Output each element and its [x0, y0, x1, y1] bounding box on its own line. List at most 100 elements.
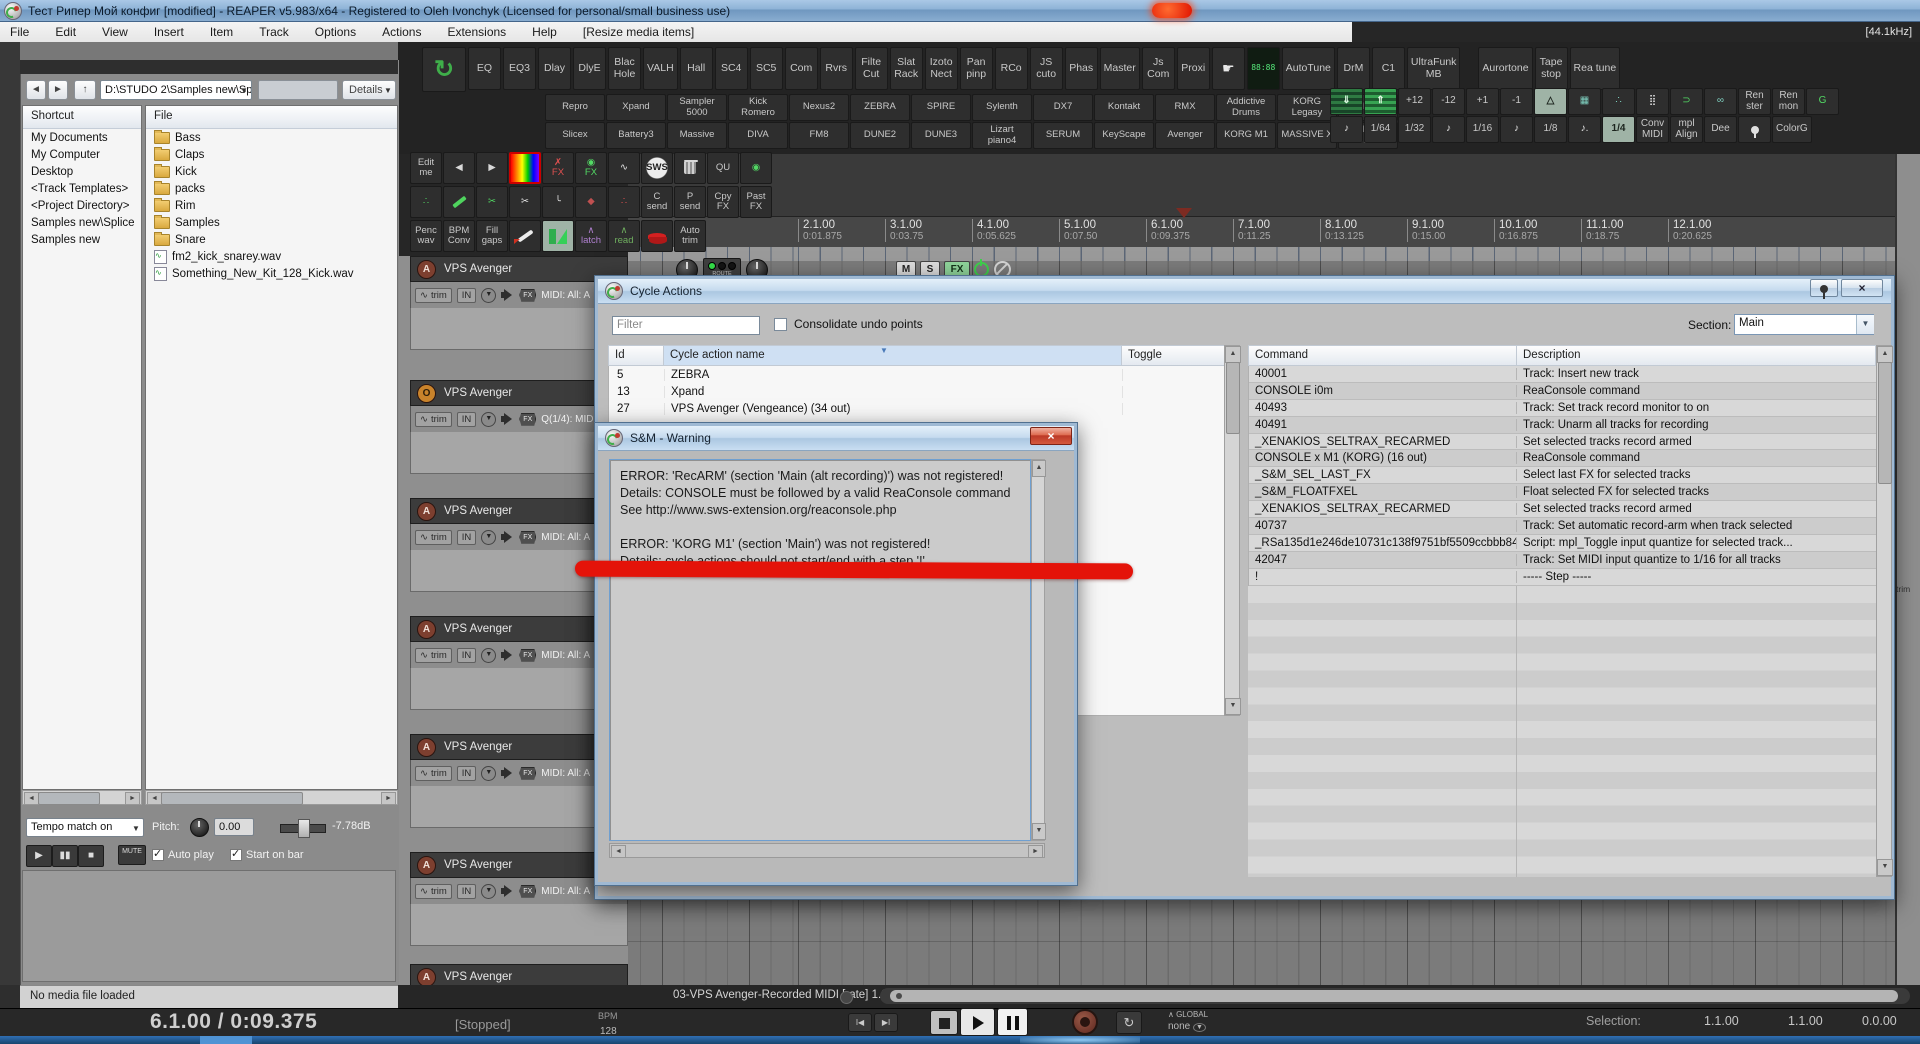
tcp-tool-button[interactable]: ◆ — [575, 186, 607, 218]
col-header-toggle[interactable]: Toggle — [1121, 345, 1240, 366]
nav-back-button[interactable]: ◄ — [26, 80, 46, 100]
menu-item[interactable]: [Resize media items] — [583, 25, 694, 39]
stop-button[interactable] — [930, 1010, 958, 1035]
instrument-button[interactable]: SPIRE — [911, 94, 971, 121]
instrument-button[interactable]: DUNE2 — [850, 122, 910, 149]
tcp-tool-button[interactable]: BPM Conv — [443, 220, 475, 252]
preview-play-button[interactable]: ▶ — [26, 845, 52, 867]
toolbar-button[interactable]: +12 — [1398, 88, 1431, 115]
instrument-button[interactable]: KORG M1 — [1216, 122, 1276, 149]
search-input[interactable] — [258, 80, 338, 100]
track-name[interactable]: VPS Avenger — [444, 263, 512, 275]
tcp-tool-button[interactable]: ◉ — [740, 152, 772, 184]
fx-toolbar-button[interactable]: 88:88 — [1246, 47, 1280, 90]
folder-item[interactable]: packs — [146, 180, 397, 197]
tcp-tool-button[interactable]: ∧ read — [608, 220, 640, 252]
command-row[interactable]: CONSOLE x M1 (KORG) (16 out) ReaConsole c… — [1249, 450, 1876, 468]
instrument-button[interactable]: Massive — [667, 122, 727, 149]
col-header-command[interactable]: Command — [1248, 345, 1517, 366]
details-dropdown-arrow[interactable]: ▼ — [384, 86, 392, 95]
filter-input[interactable]: Filter — [612, 316, 760, 335]
shortcut-item[interactable]: Samples new\Splice — [23, 214, 141, 231]
tcp-tool-button[interactable]: ▶ — [476, 152, 508, 184]
tcp-tool-button[interactable] — [542, 220, 574, 252]
fx-toolbar-button[interactable]: Pan pinp — [959, 47, 993, 90]
warning-close-button[interactable]: × — [1030, 427, 1072, 445]
tcp-tool-button[interactable]: ╰ — [542, 186, 574, 218]
tcp-tool-button[interactable]: Penc wav — [410, 220, 442, 252]
instrument-button[interactable]: DIVA — [728, 122, 788, 149]
toolbar-button[interactable]: 1/4 — [1602, 116, 1635, 143]
dialog-close-button[interactable]: × — [1841, 279, 1883, 297]
command-row[interactable]: _XENAKIOS_SELTRAX_RECARMED Set selected t… — [1249, 501, 1876, 519]
trim-button[interactable]: ∿trim — [415, 883, 452, 899]
shortcut-item[interactable]: Samples new — [23, 231, 141, 248]
input-dropdown-icon[interactable]: ▼ — [481, 411, 497, 427]
instrument-button[interactable]: DUNE3 — [911, 122, 971, 149]
selection-end[interactable]: 1.1.00 — [1788, 1014, 1823, 1028]
fx-toolbar-button[interactable]: EQ3 — [503, 47, 536, 90]
menu-item[interactable]: Help — [532, 25, 557, 39]
section-dropdown[interactable]: Main — [1734, 314, 1874, 335]
folder-item[interactable]: Bass — [146, 129, 397, 146]
fx-toolbar-button[interactable]: Phas — [1064, 47, 1098, 90]
arrange-hscrollbar[interactable] — [880, 988, 1910, 1004]
shortcut-item[interactable]: <Track Templates> — [23, 180, 141, 197]
fx-toolbar-button[interactable]: Js Com — [1141, 47, 1175, 90]
fx-toolbar-button[interactable]: DlyE — [573, 47, 606, 90]
input-button[interactable]: IN — [456, 883, 477, 899]
command-row[interactable]: _RSa135d1e246de10731c138f9751bf5509ccbbb… — [1249, 534, 1876, 552]
col-header-name[interactable]: Cycle action name — [663, 345, 1122, 366]
global-dropdown-icon[interactable]: ▼ — [1193, 1023, 1206, 1032]
file-hscrollbar[interactable]: ◄ ► — [145, 790, 398, 805]
reaper-swirl-icon[interactable]: ↻ — [422, 47, 466, 92]
nav-up-button[interactable]: ↑ — [74, 80, 96, 100]
menu-item[interactable]: View — [102, 25, 128, 39]
tcp-tool-button[interactable]: ◉ FX — [575, 152, 607, 184]
toolbar-button[interactable]: △ — [1534, 88, 1567, 115]
warning-hscrollbar[interactable]: ◄ ► — [609, 843, 1045, 858]
command-row[interactable]: 42047 Track: Set MIDI input quantize to 1… — [1249, 551, 1876, 569]
toolbar-button[interactable]: Conv MIDI — [1636, 116, 1669, 143]
fx-toolbar-button[interactable]: SC5 — [749, 47, 783, 90]
instrument-button[interactable]: Battery3 — [606, 122, 666, 149]
path-dropdown[interactable]: D:\STUDO 2\Samples new\Sp — [100, 80, 252, 100]
toolbar-button[interactable]: 1/64 — [1364, 116, 1397, 143]
tcp-tool-button[interactable]: P send — [674, 186, 706, 218]
shortcut-item[interactable]: <Project Directory> — [23, 197, 141, 214]
cycle-action-row[interactable]: 5 ZEBRA — [609, 366, 1239, 383]
tempo-match-arrow[interactable]: ▼ — [132, 824, 140, 833]
shortcut-item[interactable]: Desktop — [23, 163, 141, 180]
auto-play-checkbox[interactable] — [152, 847, 164, 861]
tcp-tool-button[interactable]: C send — [641, 186, 673, 218]
preview-pause-button[interactable]: ▮▮ — [52, 845, 78, 867]
tcp-tool-button[interactable]: ✂ — [509, 186, 541, 218]
instrument-button[interactable]: SERUM — [1033, 122, 1093, 149]
toolbar-button[interactable]: ▦ — [1568, 88, 1601, 115]
trim-button[interactable]: ∿trim — [415, 529, 452, 545]
input-dropdown-icon[interactable]: ▼ — [481, 765, 497, 781]
go-end-button[interactable]: ▶I — [874, 1013, 898, 1032]
instrument-button[interactable]: RMX — [1155, 94, 1215, 121]
fx-toolbar-button[interactable]: C1 — [1371, 47, 1405, 90]
tcp-tool-button[interactable]: Past FX — [740, 186, 772, 218]
fx-toolbar-button[interactable]: Master — [1099, 47, 1140, 90]
input-button[interactable]: IN — [456, 765, 477, 781]
pitch-value[interactable]: 0.00 — [214, 818, 254, 836]
instrument-button[interactable]: KeyScape — [1094, 122, 1154, 149]
col-header-id[interactable]: Id — [608, 345, 664, 366]
fx-toolbar-button[interactable]: EQ — [468, 47, 501, 90]
global-automation-block[interactable]: ∧ GLOBAL none ▼ — [1168, 1010, 1208, 1032]
command-row[interactable]: 40491 Track: Unarm all tracks for recordi… — [1249, 416, 1876, 434]
tcp-tool-button[interactable] — [674, 152, 706, 184]
folder-item[interactable]: Claps — [146, 146, 397, 163]
command-row[interactable]: 40493 Track: Set track record monitor to … — [1249, 399, 1876, 417]
input-fx-badge[interactable]: FX — [519, 412, 537, 426]
instrument-button[interactable]: Avenger — [1155, 122, 1215, 149]
fx-toolbar-button[interactable]: JS cuto — [1029, 47, 1063, 90]
monitor-speaker-icon[interactable] — [501, 531, 514, 543]
windows-taskbar-edge[interactable] — [0, 1036, 1920, 1044]
fx-toolbar-button[interactable]: Dlay — [538, 47, 571, 90]
input-fx-badge[interactable]: FX — [519, 648, 537, 662]
monitor-speaker-icon[interactable] — [501, 885, 514, 897]
